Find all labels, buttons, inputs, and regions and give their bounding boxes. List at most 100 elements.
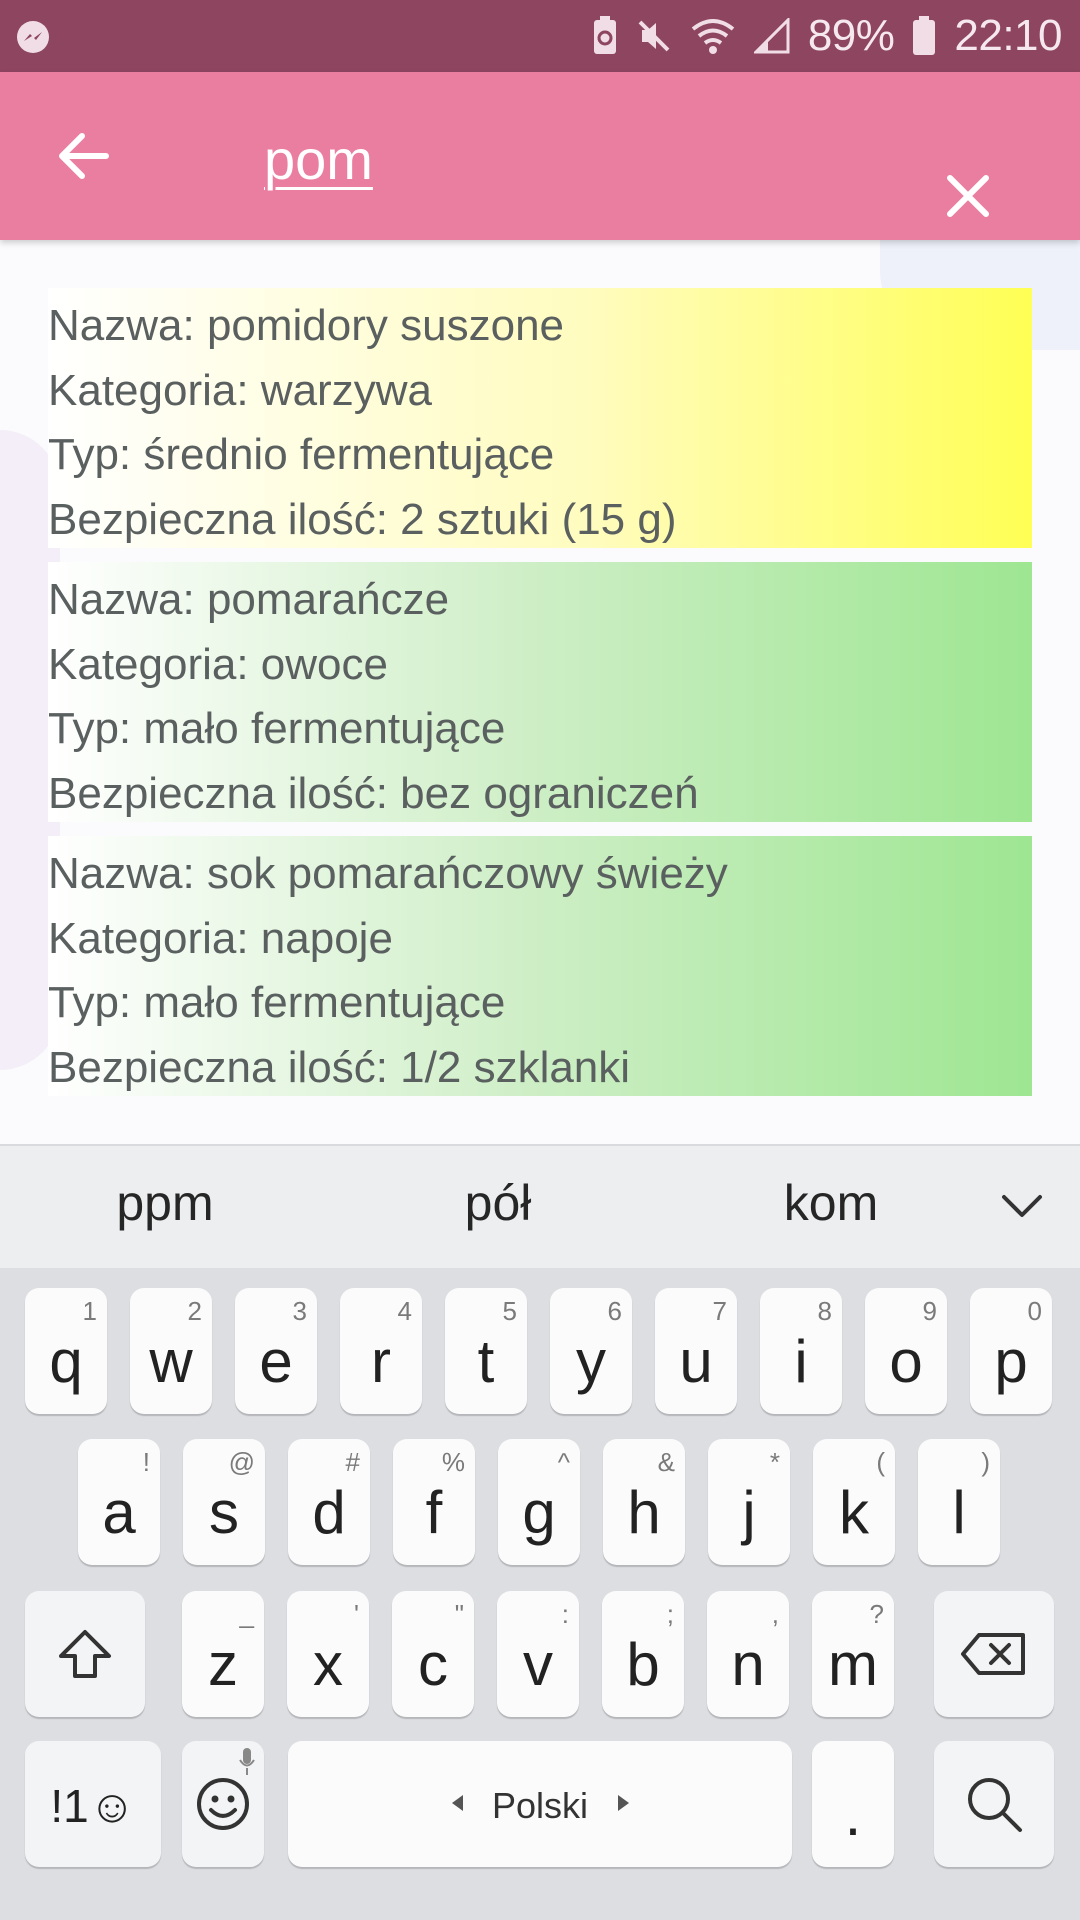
key-secondary-label: 4 [397,1296,412,1326]
keyboard: 1q2w3e4r5t6y7u8i9o0p ! a @ s # d% f ^ g & h * j(k) l … [0,1268,1080,1920]
key-secondary-label: 6 [607,1296,622,1326]
key-secondary-label: 1 [82,1296,97,1326]
key-l[interactable]: ) l [918,1439,1000,1565]
key-y[interactable]: 6y [550,1288,632,1414]
status-icons: 89% 22:10 [592,0,1062,72]
key-label: o [889,1328,923,1395]
key-d[interactable]: # d [288,1439,370,1565]
key-r[interactable]: 4r [340,1288,422,1414]
emoji-key[interactable] [182,1741,264,1867]
key-secondary-label: : [561,1599,569,1629]
key-secondary-label: 7 [712,1296,727,1326]
app-bar [0,72,1080,240]
result-card[interactable]: Nazwa: pomarańcze Kategoria: owoce Typ: … [48,562,1032,822]
suggestion-1[interactable]: ppm [116,1174,213,1232]
chevron-down-icon[interactable] [1000,1191,1044,1221]
key-q[interactable]: 1q [25,1288,107,1414]
suggestion-2[interactable]: pół [465,1174,532,1232]
search-icon [968,1778,1022,1832]
arrow-left-icon[interactable] [52,124,116,188]
messenger-icon [17,21,49,53]
suggestion-3[interactable]: kom [784,1174,878,1232]
key-label: w [149,1328,193,1395]
key-secondary-label: ? [869,1599,884,1629]
search-key[interactable] [934,1741,1054,1867]
result-category: Kategoria: owoce [48,639,388,689]
result-safe-amount: Bezpieczna ilość: 2 sztuki (15 g) [48,494,677,544]
result-type: Typ: mało fermentujące [48,978,506,1027]
key-secondary-label: 5 [502,1296,517,1326]
key-label: z [208,1631,238,1698]
period-key[interactable]: . [812,1741,894,1867]
backspace-key[interactable] [934,1591,1054,1717]
result-name: Nazwa: pomidory suszone [48,301,565,350]
battery-saver-icon [593,16,616,54]
key-z[interactable]: _ z [182,1591,264,1717]
key-n[interactable]: ,n [707,1591,789,1717]
key-secondary-label: % [441,1447,465,1477]
key-v[interactable]: :v [497,1591,579,1717]
result-category: Kategoria: warzywa [48,365,432,415]
key-label: h [627,1479,661,1546]
clock: 22:10 [954,11,1062,60]
suggestion-bar: ppm pół kom [0,1144,1080,1270]
space-key[interactable]: Polski [288,1741,792,1867]
key-h[interactable]: & h [603,1439,685,1565]
key-j[interactable]: * j [708,1439,790,1565]
key-c[interactable]: " c [392,1591,474,1717]
key-s[interactable]: @ s [183,1439,265,1565]
key-label: l [952,1479,966,1546]
key-w[interactable]: 2w [130,1288,212,1414]
result-card[interactable]: Nazwa: sok pomarańczowy świeży Kategoria… [48,836,1032,1096]
key-label: c [418,1631,448,1698]
mic-icon [239,1748,255,1775]
symbols-key[interactable]: !1☺ [25,1741,161,1867]
key-label: j [742,1479,756,1546]
key-label: s [209,1479,239,1546]
status-bar: 89% 22:10 [0,0,1080,72]
language-right-icon [618,1795,629,1811]
key-secondary-label: # [345,1447,360,1477]
key-u[interactable]: 7u [655,1288,737,1414]
key-label: m [828,1631,878,1698]
result-name: Nazwa: sok pomarańczowy świeży [48,849,728,898]
key-secondary-label: ' [354,1599,359,1629]
key-g[interactable]: ^ g [498,1439,580,1565]
key-p[interactable]: 0p [970,1288,1052,1414]
key-label: y [576,1328,606,1395]
results-list: Nazwa: pomidory suszone Kategoria: warzy… [0,240,1080,1144]
key-secondary-label: * [769,1447,780,1477]
key-t[interactable]: 5t [445,1288,527,1414]
key-m[interactable]: ? m [812,1591,894,1717]
key-o[interactable]: 9o [865,1288,947,1414]
key-k[interactable]: (k [813,1439,895,1565]
key-x[interactable]: ' x [287,1591,369,1717]
key-secondary-label: 2 [187,1296,202,1326]
key-secondary-label: ; [666,1599,674,1629]
key-i[interactable]: 8i [760,1288,842,1414]
result-card[interactable]: Nazwa: pomidory suszone Kategoria: warzy… [48,288,1032,548]
key-label: u [679,1328,713,1395]
key-secondary-label: ^ [557,1447,570,1477]
key-b[interactable]: ; b [602,1591,684,1717]
key-label: e [259,1328,293,1395]
signal-icon [753,18,790,54]
key-label: f [425,1479,443,1546]
key-e[interactable]: 3e [235,1288,317,1414]
search-input[interactable] [264,124,864,194]
result-name: Nazwa: pomarańcze [48,575,450,624]
key-label: i [794,1328,808,1395]
key-label: g [522,1479,556,1546]
key-a[interactable]: ! a [78,1439,160,1565]
key-secondary-label: , [771,1599,779,1629]
emoji-icon [197,1778,249,1830]
key-label: a [102,1479,136,1546]
close-icon[interactable] [940,168,996,224]
key-secondary-label: 0 [1027,1296,1042,1326]
result-safe-amount: Bezpieczna ilość: 1/2 szklanki [48,1042,631,1092]
key-label: t [477,1328,495,1395]
key-label: r [371,1328,391,1395]
shift-key[interactable] [25,1591,145,1717]
key-label: q [49,1328,83,1395]
key-f[interactable]: % f [393,1439,475,1565]
